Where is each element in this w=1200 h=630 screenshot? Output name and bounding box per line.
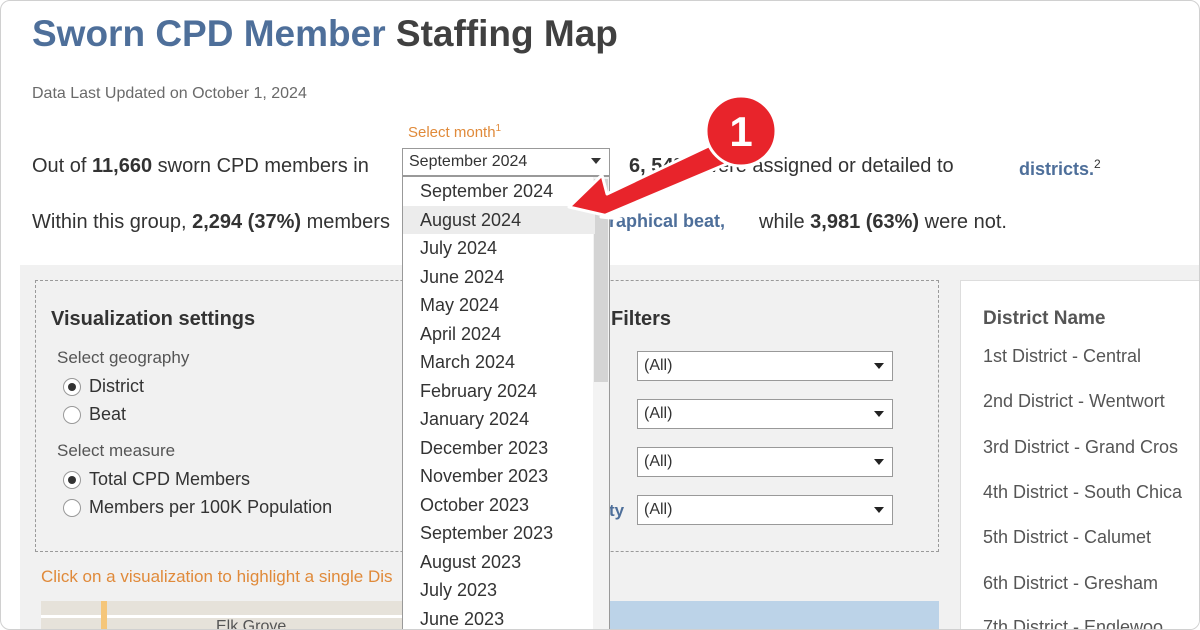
map-city-label: Elk Grove	[216, 618, 287, 630]
radio-label-per-100k: Members per 100K Population	[89, 497, 333, 517]
title-part-2: Staffing Map	[395, 13, 618, 54]
dropdown-scroll-thumb[interactable]	[594, 179, 608, 382]
summary-line-2-after: while 3,981 (63%) were not.	[759, 211, 1007, 234]
month-option[interactable]: April 2024	[403, 320, 595, 348]
summary-line-1: Out of 11,660 sworn CPD members in	[32, 155, 369, 178]
map-highway	[101, 601, 107, 629]
summary-line-1-mid: sworn CPD members in	[152, 155, 369, 177]
month-option[interactable]: May 2024	[403, 291, 595, 319]
month-option[interactable]: June 2023	[403, 605, 595, 630]
month-option[interactable]: December 2023	[403, 434, 595, 462]
summary-line-2-mid: members	[301, 211, 390, 233]
district-name-header: District Name	[983, 308, 1106, 329]
district-item[interactable]: 6th District - Gresham	[983, 573, 1158, 594]
not-beat-count: 3,981 (63%)	[810, 211, 920, 233]
district-item[interactable]: 1st District - Central	[983, 346, 1141, 367]
select-measure-label: Select measure	[57, 441, 176, 460]
radio-unselected-icon[interactable]	[63, 405, 81, 424]
summary-line-2-prefix: Within this group,	[32, 211, 193, 233]
filter-label-partial: ty	[609, 501, 625, 520]
dropdown-scrollbar[interactable]	[593, 177, 609, 629]
beat-link[interactable]: raphical beat,	[609, 211, 725, 232]
month-option[interactable]: July 2023	[403, 576, 595, 604]
radio-geography-beat[interactable]: Beat	[63, 404, 126, 425]
chevron-down-icon	[874, 363, 884, 369]
filter-select-2[interactable]: (All)	[637, 399, 893, 429]
month-option[interactable]: February 2024	[403, 377, 595, 405]
chevron-down-icon	[874, 507, 884, 513]
district-item[interactable]: 7th District - Englewoo	[983, 617, 1163, 629]
select-geography-label: Select geography	[57, 348, 190, 367]
filter-select-4[interactable]: (All)	[637, 495, 893, 525]
filters-title: Filters	[611, 308, 672, 330]
filter-select-2-value: (All)	[644, 405, 673, 422]
month-option[interactable]: September 2023	[403, 519, 595, 547]
assigned-pct-partial: 54%)	[651, 155, 698, 177]
page-title: Sworn CPD Member Staffing Map	[32, 13, 618, 55]
radio-label-beat: Beat	[89, 404, 127, 424]
highlight-hint: Click on a visualization to highlight a …	[41, 567, 393, 586]
visualization-settings-title: Visualization settings	[51, 308, 256, 330]
summary-line-2-after-prefix: while	[759, 211, 811, 233]
month-select[interactable]: September 2024	[402, 148, 610, 176]
month-option[interactable]: July 2024	[403, 234, 595, 262]
month-option[interactable]: September 2024	[403, 177, 595, 205]
radio-selected-icon[interactable]	[63, 470, 81, 489]
select-month-label-text: Select month	[408, 124, 496, 141]
total-members-value: 11,660	[92, 155, 153, 177]
month-dropdown-list[interactable]: September 2024 August 2024 July 2024 June 2…	[402, 176, 610, 630]
districts-link[interactable]: districts.2	[1019, 157, 1101, 180]
chevron-down-icon	[591, 158, 601, 164]
step-number-text: 1	[729, 108, 752, 155]
summary-line-1-suffix: were assigned or detailed to	[697, 155, 954, 177]
radio-unselected-icon[interactable]	[63, 498, 81, 517]
beat-assigned-count: 2,294 (37%)	[192, 211, 302, 233]
month-option[interactable]: June 2024	[403, 263, 595, 291]
month-option[interactable]: October 2023	[403, 491, 595, 519]
district-item[interactable]: 5th District - Calumet	[983, 527, 1151, 548]
last-updated-text: Data Last Updated on October 1, 2024	[32, 85, 307, 102]
select-month-footnote: 1	[495, 123, 502, 134]
title-part-1: Sworn CPD Member	[32, 13, 386, 54]
assigned-count-partial: 6,	[629, 155, 646, 177]
chevron-down-icon	[874, 459, 884, 465]
radio-label-district: District	[89, 376, 144, 396]
radio-measure-total[interactable]: Total CPD Members	[63, 469, 250, 490]
filter-select-3[interactable]: (All)	[637, 447, 893, 477]
month-option[interactable]: August 2024	[403, 205, 595, 234]
month-option[interactable]: November 2023	[403, 462, 595, 490]
month-option[interactable]: March 2024	[403, 348, 595, 376]
filter-select-1[interactable]: (All)	[637, 351, 893, 381]
radio-label-total-members: Total CPD Members	[89, 469, 251, 489]
chevron-down-icon	[874, 411, 884, 417]
map-lake	[601, 601, 939, 629]
radio-selected-icon[interactable]	[63, 377, 81, 396]
dashboard-frame: Sworn CPD Member Staffing Map Data Last …	[0, 0, 1200, 630]
district-item[interactable]: 2nd District - Wentwort	[983, 391, 1165, 412]
month-option[interactable]: August 2023	[403, 548, 595, 576]
radio-geography-district[interactable]: District	[63, 376, 144, 397]
filter-select-3-value: (All)	[644, 453, 673, 470]
summary-line-1-prefix: Out of	[32, 155, 93, 177]
summary-line-1-after: 6, 54%) were assigned or detailed to	[629, 155, 954, 178]
district-item[interactable]: 4th District - South Chica	[983, 482, 1182, 503]
summary-line-2-after-suffix: were not.	[919, 211, 1007, 233]
districts-link-text[interactable]: districts.	[1019, 159, 1094, 179]
radio-measure-per-100k[interactable]: Members per 100K Population	[63, 497, 332, 518]
month-select-value: September 2024	[409, 153, 528, 170]
filter-select-1-value: (All)	[644, 357, 673, 374]
district-item[interactable]: 3rd District - Grand Cros	[983, 437, 1178, 458]
summary-line-2: Within this group, 2,294 (37%) members	[32, 211, 390, 234]
districts-footnote: 2	[1094, 157, 1101, 171]
month-option[interactable]: January 2024	[403, 405, 595, 433]
filter-select-4-value: (All)	[644, 501, 673, 518]
select-month-label: Select month1	[408, 123, 501, 141]
